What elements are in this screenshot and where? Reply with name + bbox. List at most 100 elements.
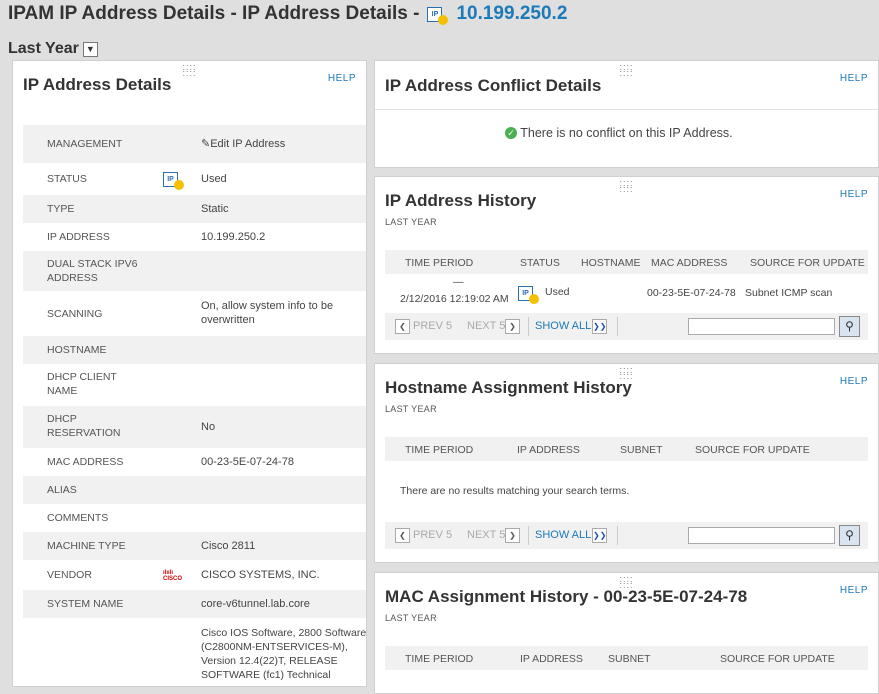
panel-title: Hostname Assignment History [385, 378, 632, 397]
detail-row-status: STATUS IP Used [23, 163, 366, 195]
column-header[interactable]: MAC ADDRESS [651, 257, 727, 269]
detail-value: Used [201, 173, 227, 185]
drag-handle[interactable]: :::::::: [182, 63, 196, 78]
ip-address-link[interactable]: 10.199.250.2 [456, 3, 567, 25]
detail-label: ALIAS [47, 484, 77, 496]
search-input[interactable] [688, 318, 835, 335]
grid-header: TIME PERIOD STATUS HOSTNAME MAC ADDRESS … [385, 250, 868, 274]
double-chevron-icon[interactable]: ❯❯ [592, 528, 607, 543]
conflict-details-panel: :::::::: IP Address Conflict Details HEL… [374, 60, 879, 168]
pager-divider [617, 317, 618, 336]
source-cell: Subnet ICMP scan [745, 287, 833, 299]
prev-arrow-icon[interactable]: ❮ [395, 528, 410, 543]
ip-status-icon: IP [518, 286, 539, 304]
mac-history-panel: :::::::: MAC Assignment History - 00-23-… [374, 572, 879, 694]
detail-row-dual-stack: DUAL STACK IPV6 ADDRESS [23, 251, 366, 291]
search-icon[interactable]: ⚲ [839, 525, 860, 546]
detail-value: On, allow system info to be overwritten [201, 300, 334, 326]
detail-label: MACHINE TYPE [47, 540, 126, 552]
conflict-message: ✓ There is no conflict on this IP Addres… [505, 126, 733, 140]
period-subtitle: LAST YEAR [385, 613, 437, 623]
pager: ❮ PREV 5 NEXT 5 ❯ SHOW ALL ❯❯ ⚲ [385, 522, 868, 549]
detail-label: VENDOR [47, 569, 92, 581]
mac-cell: 00-23-5E-07-24-78 [647, 287, 736, 299]
pager-divider [528, 317, 529, 336]
ip-address-history-panel: :::::::: IP Address History HELP LAST YE… [374, 176, 879, 354]
column-header[interactable]: TIME PERIOD [405, 653, 473, 665]
detail-row-vendor: VENDOR ılıılı CISCO CISCO SYSTEMS, INC. [23, 560, 366, 590]
column-header[interactable]: TIME PERIOD [405, 444, 473, 456]
prev-button[interactable]: PREV 5 [413, 320, 452, 332]
column-header[interactable]: IP ADDRESS [517, 444, 580, 456]
detail-row-dhcp-client: DHCP CLIENT NAME [23, 364, 366, 406]
column-header[interactable]: SOURCE FOR UPDATE [750, 257, 865, 269]
pager-divider [617, 526, 618, 545]
pager: ❮ PREV 5 NEXT 5 ❯ SHOW ALL ❯❯ ⚲ [385, 313, 868, 340]
column-header[interactable]: IP ADDRESS [520, 653, 583, 665]
status-cell: Used [545, 286, 570, 298]
detail-label: HOSTNAME [47, 344, 107, 356]
prev-button[interactable]: PREV 5 [413, 529, 452, 541]
page-title-text: IPAM IP Address Details - IP Address Det… [8, 3, 420, 24]
column-header[interactable]: STATUS [520, 257, 560, 269]
next-button[interactable]: NEXT 5 [467, 320, 505, 332]
search-input[interactable] [688, 527, 835, 544]
period-subtitle: LAST YEAR [385, 404, 437, 414]
pencil-icon: ✎ [201, 138, 211, 150]
chevron-down-icon[interactable]: ▼ [82, 41, 98, 57]
help-link[interactable]: HELP [840, 189, 868, 200]
column-header[interactable]: SOURCE FOR UPDATE [720, 653, 835, 665]
time-dash: — [453, 276, 464, 288]
detail-row-type: TYPE Static [23, 195, 366, 223]
panel-title: IP Address Conflict Details [385, 76, 602, 95]
panel-title: IP Address History [385, 191, 537, 210]
column-header[interactable]: SUBNET [608, 653, 651, 665]
detail-label: COMMENTS [47, 512, 109, 524]
edit-ip-address-link[interactable]: ✎Edit IP Address [201, 137, 285, 151]
detail-row-management: MANAGEMENT ✎Edit IP Address [23, 125, 366, 163]
detail-value: 00-23-5E-07-24-78 [201, 456, 294, 468]
period-selector[interactable]: Last Year ▼ [8, 40, 98, 58]
help-link[interactable]: HELP [840, 73, 868, 84]
detail-value: 10.199.250.2 [201, 231, 266, 243]
detail-row-hostname: HOSTNAME [23, 336, 366, 364]
drag-handle[interactable]: :::::::: [619, 179, 633, 194]
detail-row-ip-address: IP ADDRESS 10.199.250.2 [23, 223, 366, 251]
next-arrow-icon[interactable]: ❯ [505, 319, 520, 334]
ip-status-icon: IP [427, 6, 449, 25]
help-link[interactable]: HELP [840, 585, 868, 596]
detail-row-mac-address: MAC ADDRESS 00-23-5E-07-24-78 [23, 448, 366, 476]
detail-label: SCANNING [47, 308, 103, 320]
show-all-button[interactable]: SHOW ALL [535, 529, 591, 541]
hostname-history-panel: :::::::: Hostname Assignment History HEL… [374, 363, 879, 563]
help-link[interactable]: HELP [328, 73, 356, 84]
detail-value: core-v6tunnel.lab.core [201, 598, 310, 610]
column-header[interactable]: TIME PERIOD [405, 257, 473, 269]
empty-message: There are no results matching your searc… [400, 485, 630, 497]
time-cell: 2/12/2016 12:19:02 AM [400, 293, 509, 305]
detail-row-system-description: Cisco IOS Software, 2800 Software (C2800… [23, 618, 366, 688]
column-header[interactable]: HOSTNAME [581, 257, 641, 269]
search-icon[interactable]: ⚲ [839, 316, 860, 337]
detail-label: SYSTEM NAME [47, 598, 124, 610]
conflict-separator [375, 109, 878, 110]
detail-value: Static [201, 203, 229, 215]
table-row: — 2/12/2016 12:19:02 AM IP Used 00-23-5E… [385, 274, 868, 312]
next-arrow-icon[interactable]: ❯ [505, 528, 520, 543]
detail-label: STATUS [47, 173, 87, 185]
detail-label: MAC ADDRESS [47, 456, 124, 468]
next-button[interactable]: NEXT 5 [467, 529, 505, 541]
grid-header: TIME PERIOD IP ADDRESS SUBNET SOURCE FOR… [385, 437, 868, 461]
detail-label: DHCP RESERVATION [47, 413, 121, 439]
detail-row-system-name: SYSTEM NAME core-v6tunnel.lab.core [23, 590, 366, 618]
column-header[interactable]: SOURCE FOR UPDATE [695, 444, 810, 456]
detail-label: DUAL STACK IPV6 ADDRESS [47, 258, 138, 284]
help-link[interactable]: HELP [840, 376, 868, 387]
double-chevron-icon[interactable]: ❯❯ [592, 319, 607, 334]
show-all-button[interactable]: SHOW ALL [535, 320, 591, 332]
detail-value: No [201, 421, 216, 433]
prev-arrow-icon[interactable]: ❮ [395, 319, 410, 334]
pager-divider [528, 526, 529, 545]
column-header[interactable]: SUBNET [620, 444, 663, 456]
drag-handle[interactable]: :::::::: [619, 63, 633, 78]
